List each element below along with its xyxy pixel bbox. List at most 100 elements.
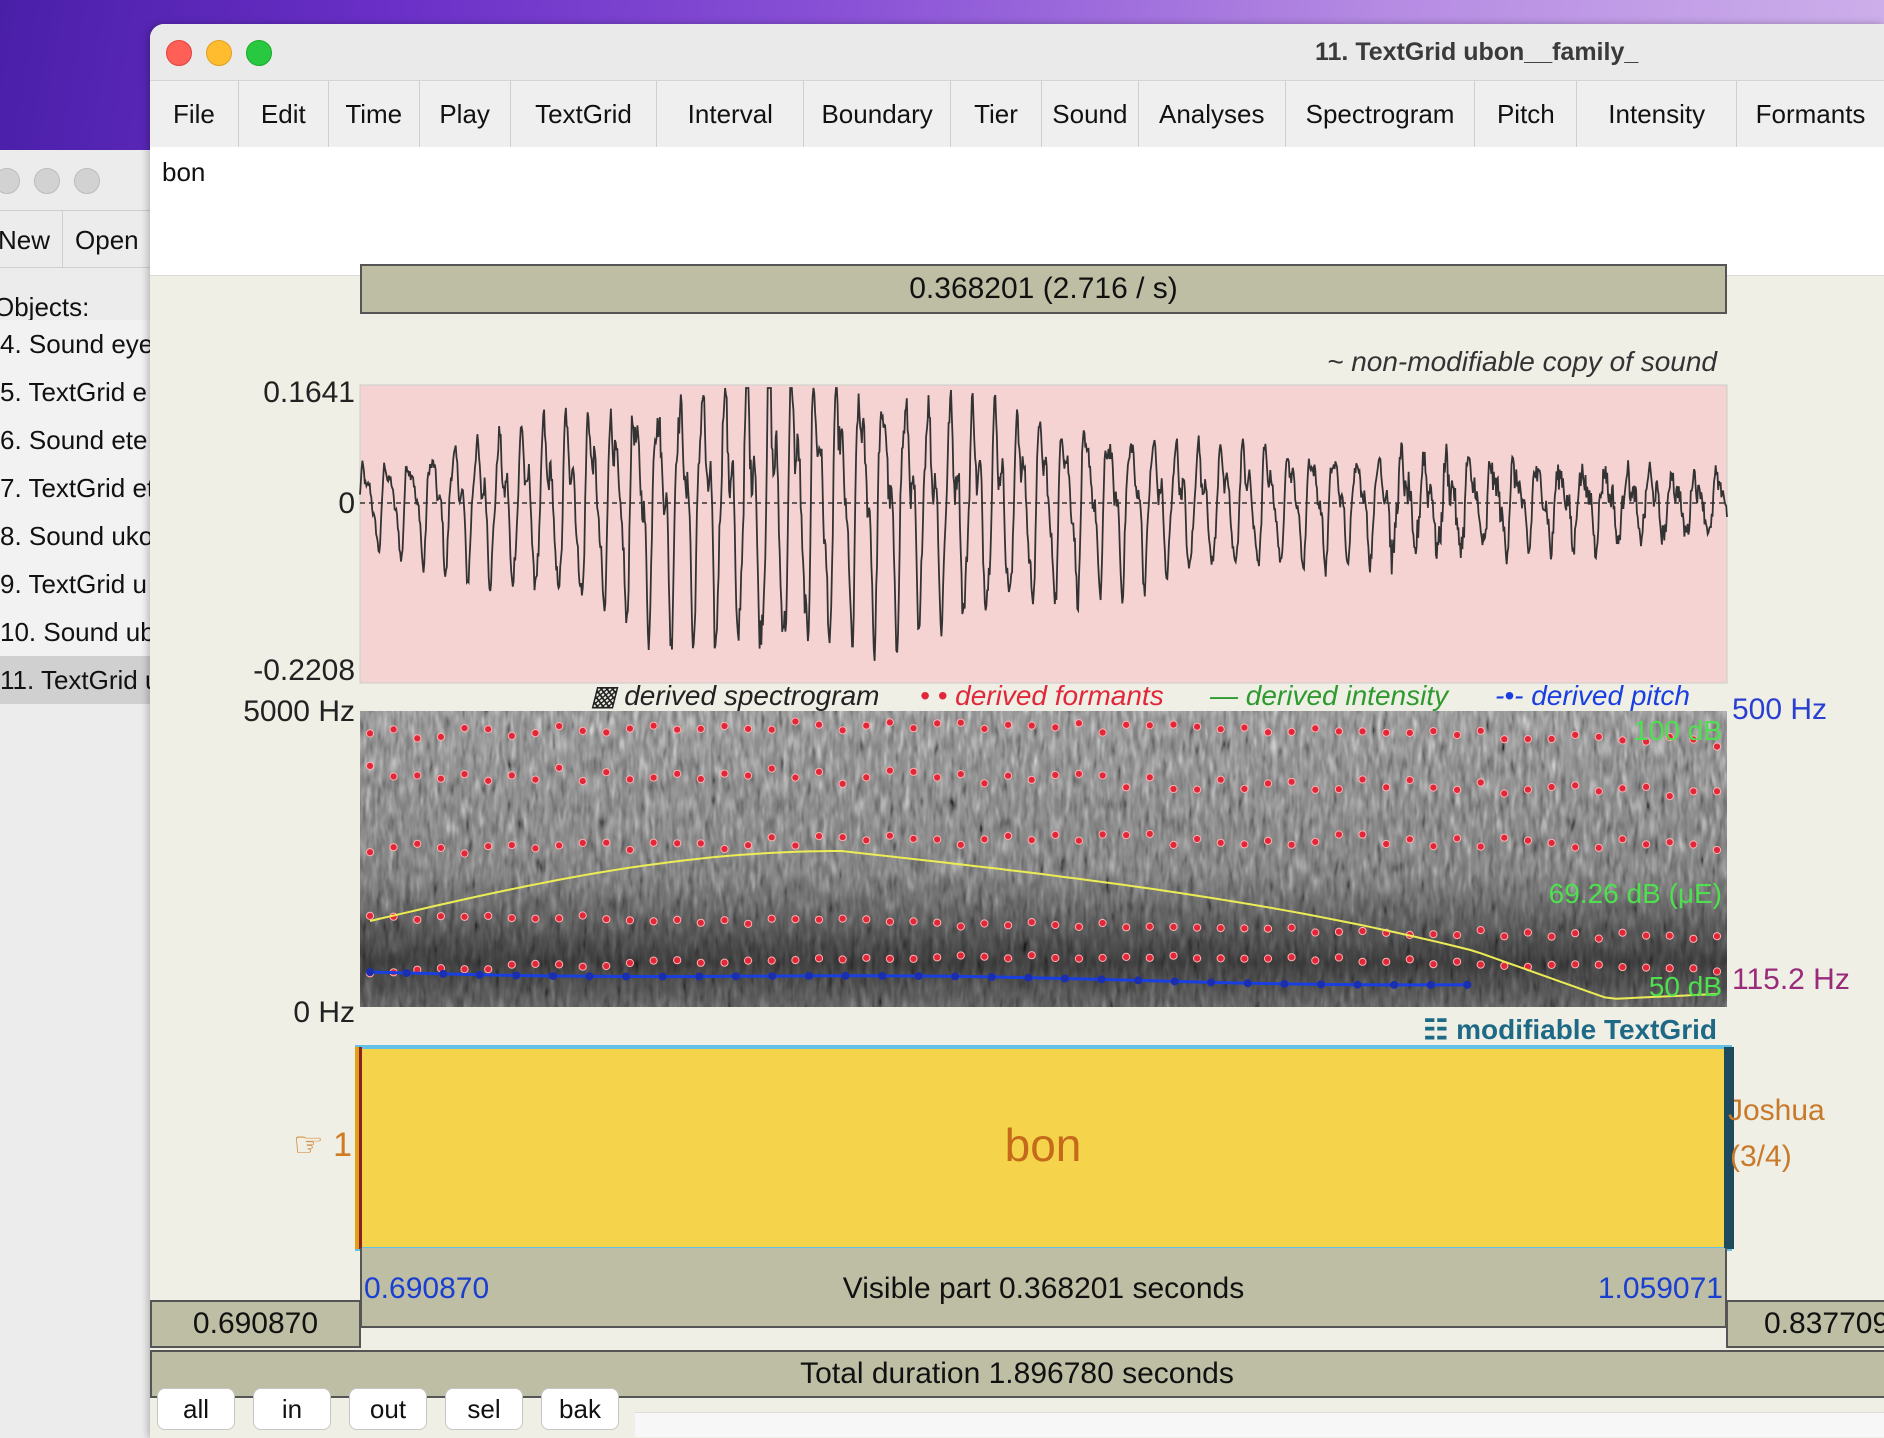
formant-point <box>1074 954 1084 963</box>
formant-point <box>1216 725 1225 734</box>
zoom-selection-button[interactable]: sel <box>445 1388 523 1430</box>
formant-point <box>1311 785 1320 794</box>
formant-point <box>1453 931 1462 940</box>
zoom-out-button[interactable]: out <box>349 1388 427 1430</box>
formant-point <box>980 835 989 844</box>
intensity-cursor-label: 69.26 dB (μE) <box>1549 878 1722 909</box>
formant-point <box>1311 837 1320 847</box>
formant-point <box>1287 840 1296 849</box>
tier-left-boundary-outer <box>355 1047 359 1249</box>
left-time-bar[interactable]: 0.690870 <box>150 1300 361 1348</box>
formant-point <box>1405 955 1414 964</box>
zoom-window-icon[interactable] <box>246 40 272 66</box>
object-item-4[interactable]: 4. Sound eye <box>0 320 170 368</box>
minimize-dot-icon[interactable] <box>34 168 60 194</box>
close-dot-icon[interactable] <box>0 168 20 194</box>
pitch-point <box>548 972 557 980</box>
formant-point <box>933 719 942 728</box>
formant-point <box>1074 922 1084 932</box>
formant-point <box>1122 831 1131 840</box>
scrollbar-track[interactable] <box>635 1412 1884 1437</box>
menu-sound[interactable]: Sound <box>1042 81 1139 147</box>
formant-point <box>838 726 847 735</box>
formant-point <box>673 956 682 965</box>
formant-point <box>696 918 705 927</box>
formant-point <box>1382 783 1391 792</box>
formant-point <box>814 767 824 776</box>
pitch-point <box>512 971 521 980</box>
object-item-6[interactable]: 6. Sound ete <box>0 416 170 464</box>
interval-text-field[interactable]: bon <box>150 147 1884 276</box>
formant-point <box>1145 922 1154 931</box>
formant-point <box>1240 954 1249 963</box>
object-item-11[interactable]: 11. TextGrid u <box>0 656 170 704</box>
formant-point <box>625 775 634 784</box>
zoom-all-button[interactable]: all <box>157 1388 235 1430</box>
formant-point <box>720 958 729 967</box>
zoom-in-button[interactable]: in <box>253 1388 331 1430</box>
menu-time[interactable]: Time <box>329 81 420 147</box>
formant-point <box>909 917 918 926</box>
formant-point <box>980 724 989 733</box>
minimize-window-icon[interactable] <box>206 40 232 66</box>
formant-point <box>744 771 753 780</box>
object-item-5[interactable]: 5. TextGrid e <box>0 368 170 416</box>
object-item-9[interactable]: 9. TextGrid u <box>0 560 170 608</box>
menu-intensity[interactable]: Intensity <box>1577 81 1738 147</box>
right-time-bar[interactable]: 0.837709 <box>1726 1300 1884 1348</box>
formant-point <box>1712 845 1722 855</box>
open-button[interactable]: Open <box>63 211 152 267</box>
formant-point <box>673 915 682 925</box>
menu-boundary[interactable]: Boundary <box>804 81 952 147</box>
new-button[interactable]: New <box>0 211 64 267</box>
formant-point <box>1334 785 1344 794</box>
formant-point <box>1453 785 1462 794</box>
visible-part-bar[interactable]: 0.690870 Visible part 0.368201 seconds 1… <box>360 1248 1727 1328</box>
formant-point <box>1311 928 1320 937</box>
tier-left-boundary[interactable] <box>359 1047 362 1249</box>
formant-point <box>1098 728 1107 737</box>
formant-point <box>531 914 540 923</box>
formant-point <box>1476 960 1485 969</box>
menu-play[interactable]: Play <box>420 81 511 147</box>
close-window-icon[interactable] <box>166 40 192 66</box>
formant-point <box>1689 934 1698 943</box>
pitch-point <box>841 971 850 980</box>
menu-textgrid[interactable]: TextGrid <box>511 81 658 147</box>
formant-point <box>578 838 587 848</box>
formant-point <box>1547 960 1556 970</box>
formant-point <box>555 722 564 731</box>
menu-file[interactable]: File <box>150 81 239 147</box>
formant-point <box>1004 720 1013 729</box>
formant-point <box>1334 727 1344 736</box>
formant-point <box>696 774 705 784</box>
menu-analyses[interactable]: Analyses <box>1139 81 1286 147</box>
menu-tier[interactable]: Tier <box>951 81 1042 147</box>
menu-formants[interactable]: Formants <box>1737 81 1884 147</box>
interval-text-value: bon <box>162 157 206 187</box>
object-item-7[interactable]: 7. TextGrid et <box>0 464 170 512</box>
formant-point <box>862 836 871 845</box>
formant-point <box>1240 784 1249 793</box>
formant-point <box>1453 834 1462 843</box>
formant-point <box>602 728 611 737</box>
zoom-dot-icon[interactable] <box>74 168 100 194</box>
selection-duration-bar[interactable]: 0.368201 (2.716 / s) <box>360 264 1727 314</box>
object-item-8[interactable]: 8. Sound uko <box>0 512 170 560</box>
formant-point <box>885 766 895 775</box>
formant-point <box>909 954 918 963</box>
pitch-point <box>731 972 740 981</box>
pitch-point <box>1463 980 1472 989</box>
formant-point <box>1263 924 1273 933</box>
formant-point <box>1240 924 1249 933</box>
menu-edit[interactable]: Edit <box>239 81 329 147</box>
menu-spectrogram[interactable]: Spectrogram <box>1286 81 1476 147</box>
zoom-back-button[interactable]: bak <box>541 1388 619 1430</box>
object-item-10[interactable]: 10. Sound ub <box>0 608 170 656</box>
menu-pitch[interactable]: Pitch <box>1475 81 1578 147</box>
legend-intensity: — derived intensity <box>1209 680 1450 711</box>
tier-number[interactable]: ☞ 1 <box>293 1126 352 1164</box>
formant-point <box>1169 784 1178 794</box>
formant-point <box>507 960 516 969</box>
menu-interval[interactable]: Interval <box>657 81 805 147</box>
